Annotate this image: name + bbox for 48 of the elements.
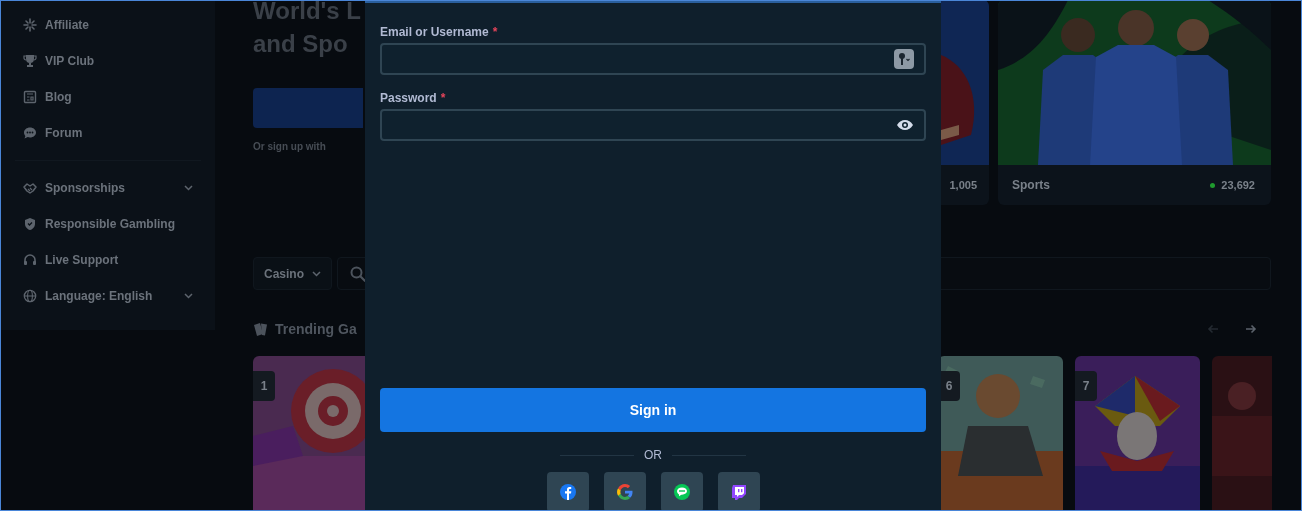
sidebar-item[interactable]: Forum: [23, 115, 201, 151]
social-login-button[interactable]: [717, 472, 760, 510]
chat-bubble-icon: [23, 126, 37, 140]
required-mark: *: [440, 91, 446, 106]
handshake-icon: [23, 181, 37, 195]
divider-label: OR: [644, 448, 662, 462]
globe-icon: [23, 289, 37, 303]
section-title: Trending Ga: [275, 321, 357, 337]
tv-icon: [730, 484, 747, 500]
search-icon: [350, 265, 366, 282]
field-label: Email or Username: [380, 25, 489, 40]
shield-icon: [23, 217, 37, 231]
sidebar-item[interactable]: Live Support: [23, 242, 201, 278]
newspaper-icon: [23, 90, 37, 104]
field-label: Password: [380, 91, 437, 106]
sidebar-item[interactable]: Language: English: [23, 278, 201, 314]
eye-icon[interactable]: [896, 118, 914, 131]
rank-badge: 7: [1075, 371, 1097, 401]
sidebar-item[interactable]: VIP Club: [23, 43, 201, 79]
facebook-icon: [559, 484, 576, 500]
rank-badge: 1: [253, 371, 275, 401]
promo-card[interactable]: 1,005: [941, 1, 989, 205]
player-count: 23,692: [1221, 179, 1255, 191]
sidebar-item[interactable]: Sponsorships: [23, 170, 201, 206]
trophy-icon: [23, 54, 37, 68]
password-field[interactable]: [380, 108, 926, 141]
username-field[interactable]: [380, 42, 926, 75]
sparkle-icon: [23, 18, 37, 32]
sidebar-item[interactable]: Blog: [23, 79, 201, 115]
social-login-button[interactable]: [546, 472, 589, 510]
promo-card[interactable]: Sports 23,692: [998, 1, 1271, 205]
sidebar-item[interactable]: Responsible Gambling: [23, 206, 201, 242]
google-icon: [616, 484, 633, 500]
key-icon[interactable]: [894, 48, 914, 69]
chevron-down-icon: [312, 270, 321, 277]
social-login-button[interactable]: [660, 472, 703, 510]
signup-hint: Or sign up with: [253, 141, 327, 152]
cards-icon: [253, 322, 269, 336]
headset-icon: [23, 253, 37, 267]
chat-bubble-icon: [673, 484, 690, 500]
category-dropdown[interactable]: Casino: [253, 257, 332, 290]
hero-heading: World's L and Spo: [253, 1, 361, 59]
sign-in-button[interactable]: Sign in: [380, 387, 926, 432]
player-count: 1,005: [949, 179, 977, 191]
card-title: Sports: [1012, 178, 1051, 192]
next-button[interactable]: [1245, 324, 1257, 334]
required-mark: *: [492, 25, 498, 40]
sidebar-item[interactable]: Affiliate: [23, 7, 201, 43]
